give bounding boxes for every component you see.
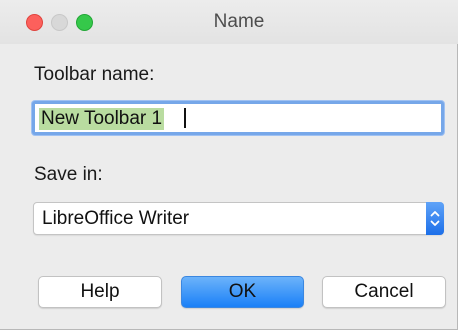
toolbar-name-input[interactable]: New Toolbar 1	[32, 101, 444, 135]
toolbar-name-selection: New Toolbar 1	[39, 108, 165, 130]
text-caret	[183, 108, 186, 130]
ok-button[interactable]: OK	[181, 276, 304, 308]
window-title: Name	[213, 11, 265, 32]
save-in-label: Save in:	[34, 164, 103, 185]
help-button[interactable]: Help	[38, 276, 162, 308]
name-dialog: Name Toolbar name: New Toolbar 1 Save in…	[0, 0, 458, 330]
up-down-chevrons-icon[interactable]	[426, 202, 444, 235]
toolbar-name-value: New Toolbar 1	[41, 108, 163, 129]
title-bar: Name	[0, 0, 458, 44]
save-in-select[interactable]: LibreOffice Writer	[33, 202, 444, 235]
save-in-selected-value: LibreOffice Writer	[42, 208, 190, 229]
toolbar-name-label: Toolbar name:	[34, 64, 155, 85]
cancel-button[interactable]: Cancel	[322, 276, 446, 308]
